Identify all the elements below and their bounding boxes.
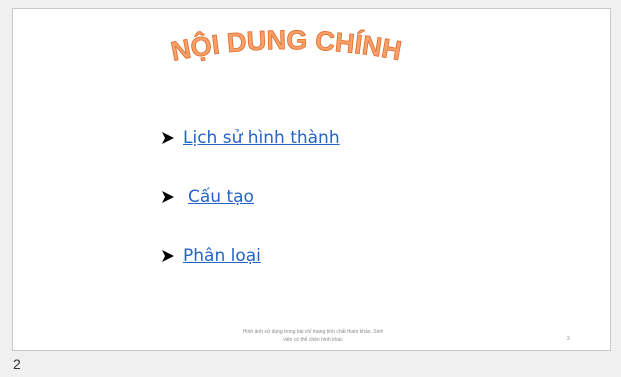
list-item: Lịch sử hình thành [161, 123, 340, 153]
list-item: Phân loại [161, 241, 340, 271]
slide-thumbnail[interactable]: NỘI DUNG CHÍNH Lịch sử hình thành Cấu tạ… [12, 8, 611, 351]
footer-note-line: viên có thể chèn hình khác [283, 337, 343, 343]
slide-number: 2 [567, 336, 570, 342]
list-item: Cấu tạo [161, 182, 340, 212]
arrowhead-bullet-icon [162, 191, 174, 203]
footer-note-line: Hình ảnh sử dụng trong bài chỉ mang tính… [242, 329, 384, 335]
arrowhead-bullet-icon [162, 250, 174, 262]
slide-index-caption: 2 [13, 356, 21, 372]
link-phan-loai[interactable]: Phân loại [183, 246, 261, 266]
link-lich-su-hinh-thanh[interactable]: Lịch sử hình thành [183, 128, 340, 148]
content-list: Lịch sử hình thành Cấu tạo Phân loại [161, 123, 340, 300]
slide-title: NỘI DUNG CHÍNH [169, 25, 404, 67]
arrowhead-bullet-icon [162, 132, 174, 144]
slide-title-wordart: NỘI DUNG CHÍNH [168, 25, 404, 68]
slide-footer-note: Hình ảnh sử dụng trong bài chỉ mang tính… [213, 328, 413, 344]
link-cau-tao[interactable]: Cấu tạo [188, 187, 254, 207]
